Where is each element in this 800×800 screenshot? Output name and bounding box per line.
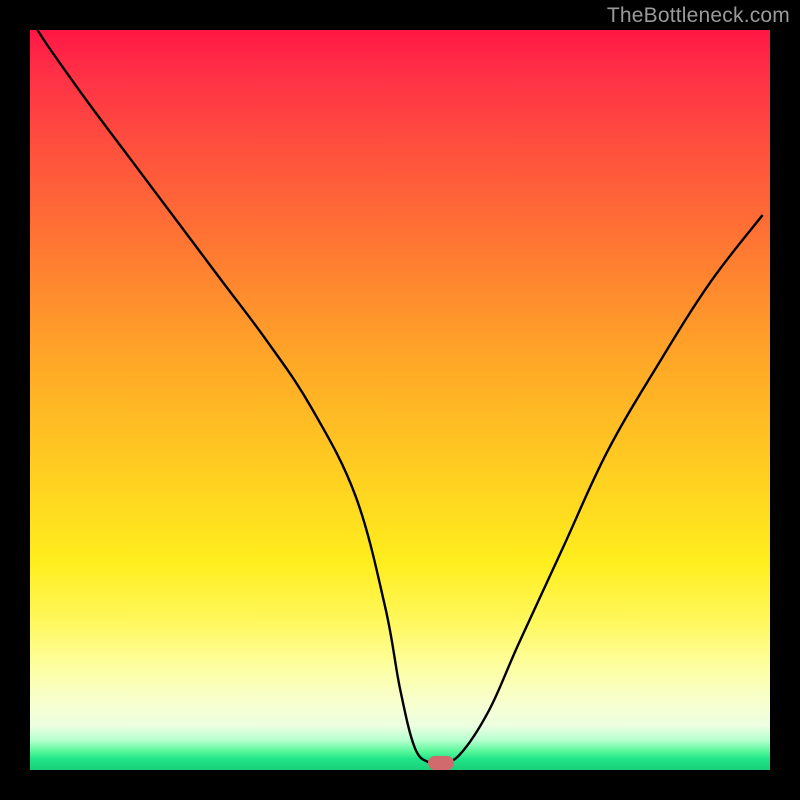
plot-area [30,30,770,770]
attribution-label: TheBottleneck.com [607,4,790,28]
chart-stage: TheBottleneck.com [0,0,800,800]
optimal-point-marker [428,756,454,770]
bottleneck-curve [37,30,762,764]
curve-layer [30,30,770,770]
